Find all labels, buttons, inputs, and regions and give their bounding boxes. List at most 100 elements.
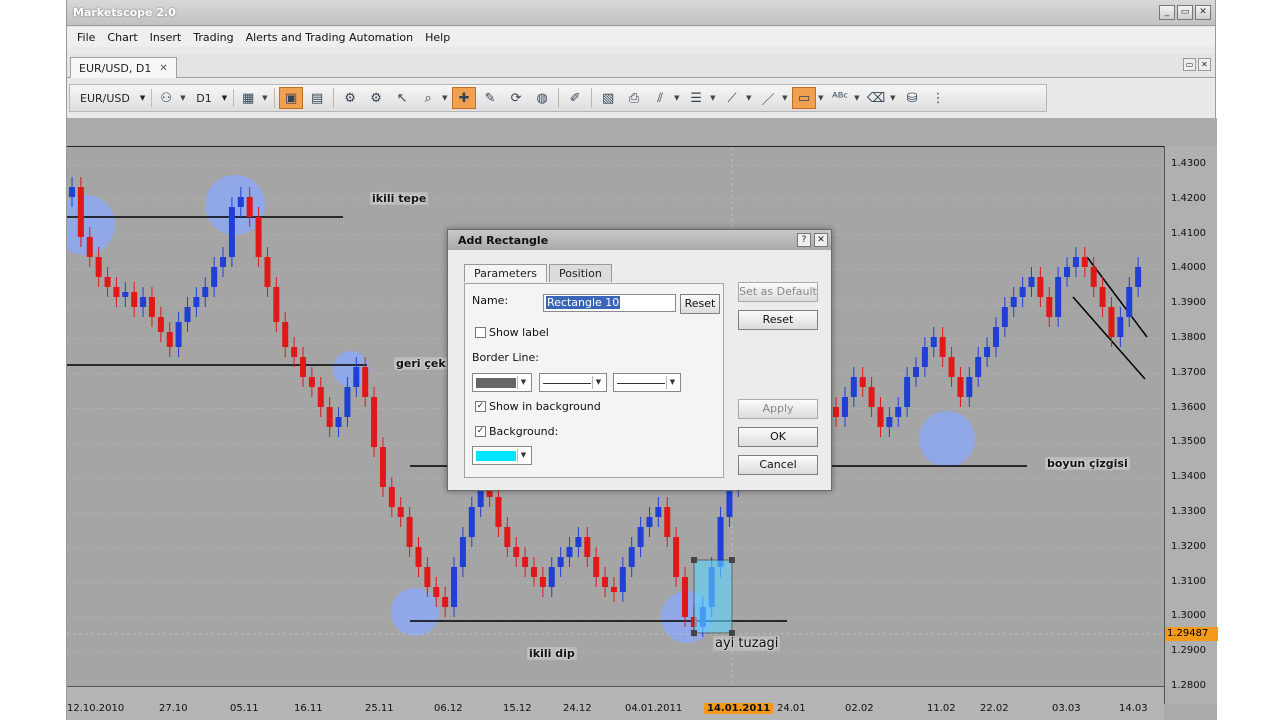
candle-body (95, 257, 102, 277)
name-input[interactable]: Rectangle 10 (543, 294, 676, 312)
menu-trading[interactable]: Trading (187, 31, 239, 44)
chevron-down-icon[interactable]: ▼ (854, 94, 862, 102)
chevron-down-icon[interactable]: ▼ (180, 94, 188, 102)
border-color-select[interactable]: ▼ (472, 373, 532, 392)
candle-body (264, 257, 271, 287)
strategy-icon[interactable]: ⚙ (338, 87, 362, 109)
globe-icon[interactable]: ◍ (530, 87, 554, 109)
show-label-checkbox[interactable] (475, 327, 486, 338)
background-color-select[interactable]: ▼ (472, 446, 532, 465)
rectangle-icon[interactable]: ▭ (792, 87, 817, 109)
chevron-down-icon[interactable]: ▼ (746, 94, 754, 102)
menu-chart[interactable]: Chart (101, 31, 143, 44)
crosshair-icon[interactable]: ✚ (452, 87, 477, 109)
price-tick: 1.3400 (1171, 471, 1206, 483)
chevron-down-icon[interactable]: ▼ (710, 94, 718, 102)
reset-button[interactable]: Reset (738, 310, 818, 330)
rectangle-handle (729, 557, 735, 563)
chevron-down-icon[interactable]: ▼ (782, 94, 790, 102)
cursor-icon[interactable]: ↖ (390, 87, 414, 109)
chevron-down-icon[interactable]: ▼ (262, 94, 270, 102)
zoom-icon[interactable]: ⌕ (416, 87, 440, 109)
annotation-geri-cek[interactable]: geri çek (394, 357, 448, 370)
candle-body (984, 347, 991, 357)
signal-icon[interactable]: ⚙ (364, 87, 388, 109)
candle-body (495, 497, 502, 527)
ruler-icon[interactable]: ✐ (563, 87, 587, 109)
chevron-down-icon[interactable]: ▼ (674, 94, 682, 102)
candle-body (877, 407, 884, 427)
chevron-down-icon[interactable]: ▼ (442, 94, 450, 102)
background-checkbox[interactable]: ✓ (475, 426, 486, 437)
candle-body (202, 287, 209, 297)
layout-icon[interactable]: ▣ (279, 87, 304, 109)
price-tick: 1.3100 (1171, 575, 1206, 587)
candle-body (211, 267, 218, 287)
price-axis[interactable]: 1.4300 1.4200 1.4100 1.4000 1.3900 1.3800 1.37… (1164, 146, 1218, 704)
minimize-button[interactable]: _ (1159, 5, 1175, 20)
rectangle-handle (691, 557, 697, 563)
candle-body (113, 287, 120, 297)
text-icon[interactable]: ᴬᴮᶜ (828, 87, 852, 109)
print-icon[interactable]: ⎙ (622, 87, 646, 109)
annotation-ikili-tepe[interactable]: ikili tepe (370, 192, 429, 205)
chevron-down-icon[interactable]: ▼ (818, 94, 826, 102)
set-as-default-button[interactable]: Set as Default (738, 282, 818, 302)
border-width-select[interactable]: ▼ (613, 373, 681, 392)
name-reset-button[interactable]: Reset (680, 294, 720, 314)
maximize-button[interactable]: ▭ (1177, 5, 1193, 20)
annotation-ayi-tuzagi[interactable]: ayi tuzagi (713, 636, 781, 651)
annotation-ikili-dip[interactable]: ikili dip (527, 647, 577, 660)
tab-position[interactable]: Position (548, 264, 612, 282)
more-icon[interactable]: ⋮ (926, 87, 950, 109)
image-icon[interactable]: ▧ (596, 87, 620, 109)
annotation-boyun-cizgisi[interactable]: boyun çizgisi (1045, 457, 1130, 470)
trendline-icon[interactable]: ／ (756, 87, 780, 109)
candle-body (237, 197, 244, 207)
chevron-down-icon[interactable]: ▼ (890, 94, 898, 102)
eraser-icon[interactable]: ⌫ (864, 87, 888, 109)
chevron-down-icon: ▼ (592, 376, 604, 389)
ok-button[interactable]: OK (738, 427, 818, 447)
lines-icon[interactable]: ⫽ (648, 87, 672, 109)
candle-body (548, 567, 555, 587)
document-tab-strip: EUR/USD, D1 ✕ ▭ ✕ (67, 54, 1215, 78)
symbol-select[interactable]: EUR/USD ▼ (74, 89, 153, 107)
cancel-button[interactable]: Cancel (738, 455, 818, 475)
show-label-text: Show label (489, 326, 549, 339)
time-label: 03.03 (1052, 703, 1081, 714)
tab-parameters[interactable]: Parameters (464, 264, 547, 282)
alert-icon[interactable]: ✎ (478, 87, 502, 109)
menu-file[interactable]: File (71, 31, 101, 44)
candle-body (566, 547, 573, 557)
menu-insert[interactable]: Insert (144, 31, 188, 44)
indicator-icon[interactable]: ▦ (236, 87, 260, 109)
chart-type-icon[interactable]: ⚇ (154, 87, 178, 109)
hline-icon[interactable]: ☰ (684, 87, 708, 109)
candle-body (459, 537, 466, 567)
border-style-select[interactable]: ▼ (539, 373, 607, 392)
close-button[interactable]: ✕ (1195, 5, 1211, 20)
help-icon[interactable]: ? (797, 233, 811, 247)
candle-body (975, 357, 982, 377)
chevron-down-icon: ▼ (517, 376, 529, 389)
table-icon[interactable]: ▤ (305, 87, 329, 109)
candle-body (104, 277, 111, 287)
show-in-background-checkbox[interactable]: ✓ (475, 401, 486, 412)
menu-alerts[interactable]: Alerts and Trading Automation (240, 31, 420, 44)
timeframe-select[interactable]: D1 ▼ (190, 89, 235, 107)
tab-eurusd-d1[interactable]: EUR/USD, D1 ✕ (70, 57, 177, 78)
time-axis[interactable]: 12.10.2010 27.10 05.11 16.11 25.11 06.12 15.12… (67, 686, 1164, 720)
restore-chart-icon[interactable]: ▭ (1183, 58, 1196, 71)
candle-body (77, 187, 84, 237)
apply-button[interactable]: Apply (738, 399, 818, 419)
close-icon[interactable]: ✕ (814, 233, 828, 247)
objects-icon[interactable]: ⛁ (900, 87, 924, 109)
tab-close-icon[interactable]: ✕ (159, 63, 167, 74)
menu-help[interactable]: Help (419, 31, 456, 44)
sync-icon[interactable]: ⟳ (504, 87, 528, 109)
time-label: 14.03 (1119, 703, 1148, 714)
close-chart-icon[interactable]: ✕ (1198, 58, 1211, 71)
fib-icon[interactable]: ⟋ (720, 87, 744, 109)
candle-body (682, 577, 689, 617)
